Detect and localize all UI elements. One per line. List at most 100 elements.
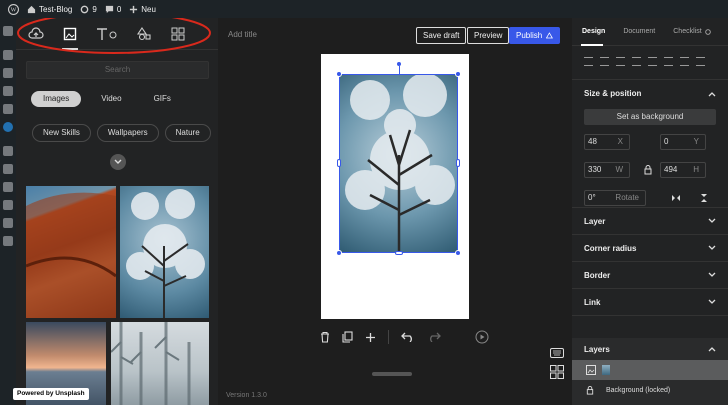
- chevron-down-icon: [708, 299, 716, 304]
- svg-text:W: W: [11, 7, 17, 13]
- dashboard-icon[interactable]: [3, 26, 13, 36]
- layer-section-header[interactable]: Layer: [572, 208, 728, 235]
- publish-button[interactable]: Publish: [509, 27, 560, 44]
- story-page[interactable]: [321, 54, 469, 319]
- align-right-icon[interactable]: [632, 57, 641, 66]
- title-input[interactable]: Add title: [228, 30, 257, 39]
- flip-vertical-icon[interactable]: [700, 193, 708, 203]
- border-title: Border: [584, 270, 611, 280]
- resize-handle-right[interactable]: [456, 159, 460, 167]
- canvas-scrollbar[interactable]: [372, 372, 412, 376]
- image-thumbnail[interactable]: [111, 322, 209, 405]
- resize-handle-bottom[interactable]: [395, 251, 403, 255]
- pages-icon[interactable]: [3, 86, 13, 96]
- appearance-icon[interactable]: [3, 146, 13, 156]
- keyboard-icon[interactable]: [550, 348, 564, 358]
- users-icon[interactable]: [3, 182, 13, 192]
- preview-button[interactable]: Preview: [467, 27, 510, 44]
- duplicate-icon[interactable]: [342, 331, 353, 343]
- chevron-down-icon: [708, 272, 716, 277]
- admin-bar: W Test-Blog 9 0 Neu: [0, 0, 728, 18]
- height-unit: H: [693, 165, 699, 174]
- resize-handle-left[interactable]: [337, 159, 341, 167]
- rotate-handle-line: [399, 66, 400, 74]
- align-right-edge-icon[interactable]: [648, 57, 657, 66]
- resize-handle-top-left[interactable]: [336, 71, 342, 77]
- tab-gifs[interactable]: GIFs: [142, 91, 183, 107]
- wordpress-logo-icon[interactable]: W: [8, 3, 19, 15]
- size-position-header[interactable]: Size & position: [572, 80, 728, 107]
- resize-handle-bottom-left[interactable]: [336, 250, 342, 256]
- selected-image-element[interactable]: [339, 74, 458, 253]
- resize-handle-bottom-right[interactable]: [455, 250, 461, 256]
- add-page-icon[interactable]: [365, 332, 376, 343]
- link-section-header[interactable]: Link: [572, 289, 728, 316]
- plugins-icon[interactable]: [3, 164, 13, 174]
- updates-link[interactable]: 9: [80, 5, 97, 14]
- tab-video[interactable]: Video: [89, 91, 133, 107]
- set-as-background-button[interactable]: Set as background: [584, 109, 716, 125]
- chevron-down-icon: [114, 159, 122, 164]
- lock-icon: [586, 385, 594, 395]
- comments-icon[interactable]: [3, 104, 13, 114]
- x-position-input[interactable]: 48 X: [584, 134, 630, 150]
- tab-document[interactable]: Document: [623, 28, 655, 35]
- media-type-tabs: Images Video GIFs: [31, 91, 183, 107]
- library-panel: Search Images Video GIFs New Skills Wall…: [16, 18, 218, 405]
- chip-nature[interactable]: Nature: [164, 124, 211, 142]
- image-layer-row[interactable]: [572, 360, 728, 380]
- redo-icon[interactable]: [427, 332, 441, 342]
- inspector-tabs: Design Document Checklist: [572, 18, 728, 46]
- align-left-icon[interactable]: [584, 57, 593, 66]
- play-icon[interactable]: [3, 236, 13, 246]
- settings-icon[interactable]: [3, 218, 13, 228]
- corner-radius-section-header[interactable]: Corner radius: [572, 235, 728, 262]
- lock-ratio-icon[interactable]: [644, 165, 652, 175]
- align-top-icon[interactable]: [664, 57, 673, 66]
- warning-icon: [546, 32, 553, 39]
- tab-checklist[interactable]: Checklist: [673, 28, 711, 35]
- x-unit: X: [617, 137, 623, 146]
- align-center-icon[interactable]: [616, 57, 625, 66]
- height-input[interactable]: 494 H: [660, 162, 706, 178]
- pin-icon[interactable]: [3, 50, 13, 60]
- comments-link[interactable]: 0: [105, 5, 121, 14]
- layers-header[interactable]: Layers: [572, 338, 728, 360]
- delete-icon[interactable]: [320, 331, 330, 343]
- media-icon[interactable]: [3, 68, 13, 78]
- background-layer-row[interactable]: Background (locked): [572, 380, 728, 400]
- web-stories-icon[interactable]: [3, 122, 13, 132]
- width-input[interactable]: 330 W: [584, 162, 630, 178]
- undo-icon[interactable]: [401, 332, 415, 342]
- align-left-edge-icon[interactable]: [600, 57, 609, 66]
- red-rock-photo: [26, 192, 116, 318]
- chevron-up-icon: [708, 91, 716, 96]
- new-content-link[interactable]: Neu: [129, 5, 156, 14]
- chip-wallpapers[interactable]: Wallpapers: [96, 124, 159, 142]
- size-position-section: Size & position Set as background 48 X 0…: [572, 80, 728, 208]
- unsplash-credit: Powered by Unsplash: [13, 388, 89, 400]
- chip-new-skills[interactable]: New Skills: [32, 124, 91, 142]
- tab-images[interactable]: Images: [31, 91, 82, 107]
- expand-categories-button[interactable]: [110, 154, 126, 170]
- grid-view-icon[interactable]: [550, 365, 564, 379]
- border-section-header[interactable]: Border: [572, 262, 728, 289]
- play-icon[interactable]: [475, 330, 489, 344]
- resize-handle-top-right[interactable]: [455, 71, 461, 77]
- tab-design[interactable]: Design: [582, 28, 605, 35]
- align-middle-icon[interactable]: [680, 57, 689, 66]
- rotate-input[interactable]: 0° Rotate: [584, 190, 646, 206]
- image-thumbnail[interactable]: [26, 186, 116, 318]
- site-name-link[interactable]: Test-Blog: [27, 5, 72, 14]
- layers-panel: Layers Background (locked): [572, 338, 728, 405]
- design-tab-underline: [581, 44, 603, 46]
- search-input[interactable]: Search: [26, 61, 209, 79]
- rotate-value: 0°: [588, 193, 596, 202]
- tools-icon[interactable]: [3, 200, 13, 210]
- save-draft-button[interactable]: Save draft: [416, 27, 467, 44]
- y-position-input[interactable]: 0 Y: [660, 134, 706, 150]
- flip-horizontal-icon[interactable]: [671, 194, 681, 202]
- align-bottom-icon[interactable]: [696, 57, 705, 66]
- chevron-down-icon: [708, 218, 716, 223]
- image-thumbnail[interactable]: [120, 186, 209, 318]
